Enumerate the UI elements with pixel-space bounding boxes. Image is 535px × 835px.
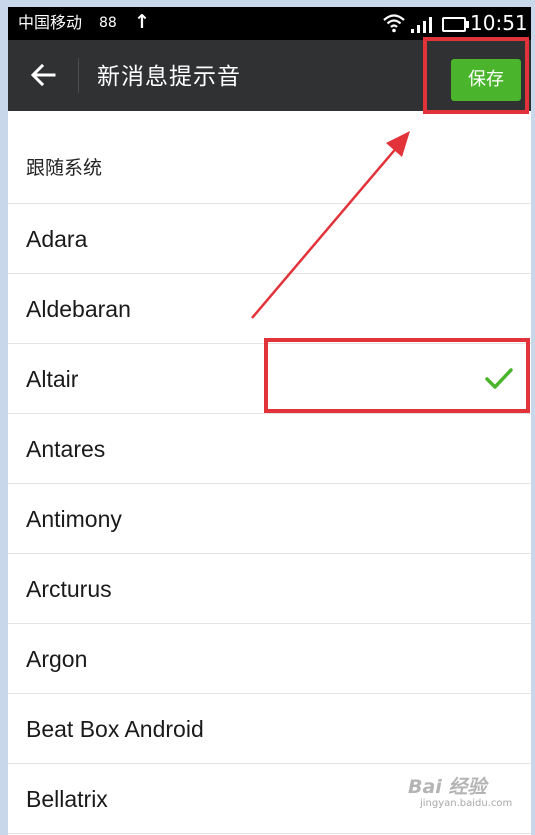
battery-icon (442, 17, 469, 32)
save-button[interactable]: 保存 (451, 59, 521, 101)
list-item-label: Aldebaran (26, 296, 131, 322)
list-item-label: Antares (26, 436, 106, 462)
title-divider (78, 58, 79, 93)
list-item-antares[interactable]: Antares (8, 414, 531, 484)
check-icon (485, 368, 513, 389)
back-button[interactable] (22, 54, 64, 96)
list-item-label: Bellatrix (26, 786, 108, 812)
list-item-label: Adara (26, 226, 88, 252)
list-item-bellatrix[interactable]: Bellatrix (8, 764, 531, 834)
phone-screen: 中国移动 88 ↑ 10:51 新消息提示音 保存 跟随系统 Adara Ald… (8, 7, 531, 835)
list-item-altair[interactable]: Altair (8, 344, 531, 414)
signal-icon (411, 17, 432, 33)
carrier-name: 中国移动 (18, 13, 83, 32)
action-bar: 新消息提示音 保存 (8, 40, 531, 111)
wifi-icon (383, 14, 405, 33)
network-type-icon: 88 (99, 15, 117, 31)
list-item-label: Antimony (26, 506, 122, 532)
follow-system-option[interactable]: 跟随系统 (8, 130, 531, 204)
page-title: 新消息提示音 (97, 64, 241, 90)
arrow-left-icon (30, 63, 56, 87)
status-time: 10:51 (470, 11, 528, 35)
follow-system-label: 跟随系统 (26, 157, 103, 179)
list-item-label: Arcturus (26, 576, 112, 602)
list-item-label: Altair (26, 366, 79, 392)
upload-arrow-icon: ↑ (134, 11, 150, 33)
list-item-antimony[interactable]: Antimony (8, 484, 531, 554)
list-item-label: Argon (26, 646, 88, 672)
status-bar: 中国移动 88 ↑ 10:51 (8, 7, 531, 40)
list-item-arcturus[interactable]: Arcturus (8, 554, 531, 624)
list-item-argon[interactable]: Argon (8, 624, 531, 694)
list-item-label: Beat Box Android (26, 716, 204, 742)
list-item-aldebaran[interactable]: Aldebaran (8, 274, 531, 344)
list-item-beat-box-android[interactable]: Beat Box Android (8, 694, 531, 764)
list-item-adara[interactable]: Adara (8, 204, 531, 274)
